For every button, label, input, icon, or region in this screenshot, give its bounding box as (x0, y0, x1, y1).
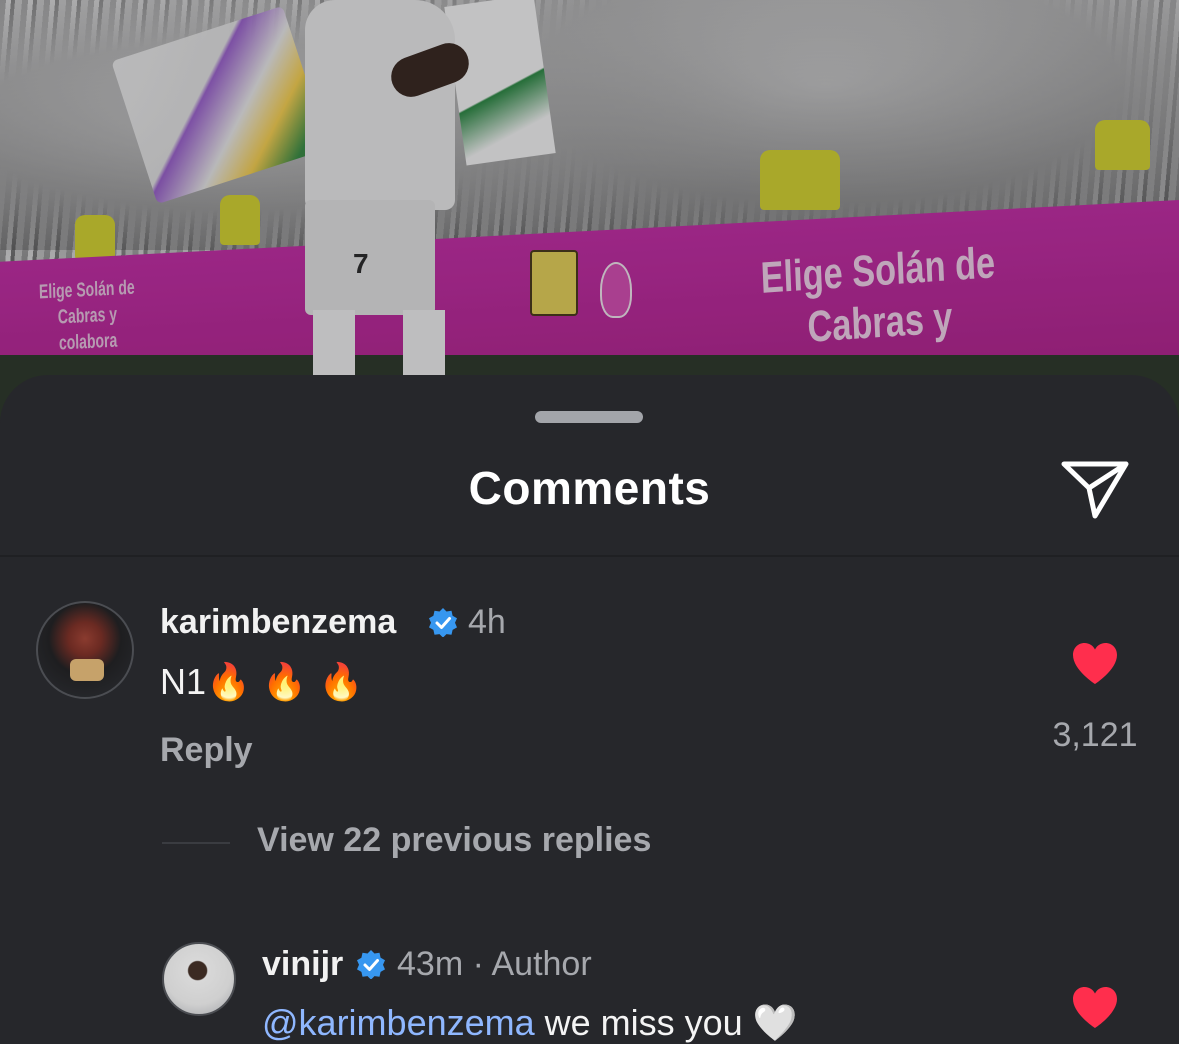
mention-link[interactable]: @karimbenzema (262, 1002, 535, 1043)
header-divider (0, 555, 1179, 557)
comments-sheet: Comments karimbenzema 4h N1🔥 🔥 🔥 Reply 3… (0, 375, 1179, 1044)
reply-timestamp: 43m · Author (397, 945, 592, 983)
paper-plane-icon (1061, 461, 1129, 519)
verified-badge-icon (429, 608, 457, 637)
reply-username[interactable]: vinijr (262, 945, 343, 984)
share-button[interactable] (1058, 458, 1132, 522)
comment-text: N1🔥 🔥 🔥 (160, 661, 363, 703)
comment-timestamp: 4h (468, 603, 506, 641)
reply-button[interactable]: Reply (160, 731, 253, 770)
drag-handle[interactable] (535, 411, 643, 423)
heart-icon[interactable] (1071, 642, 1119, 686)
avatar-karimbenzema[interactable] (36, 601, 134, 699)
like-count: 3,121 (1052, 716, 1138, 754)
sheet-title: Comments (468, 462, 711, 514)
fire-emoji: 🔥 🔥 🔥 (206, 662, 364, 703)
heart-icon[interactable] (1071, 986, 1119, 1030)
replies-divider-line (162, 842, 230, 844)
avatar-vinijr[interactable] (162, 942, 236, 1016)
post-photo: Elige Solán de Cabras y colabora Elige S… (0, 0, 1179, 420)
photo-overlay (0, 0, 1179, 420)
reply-text: @karimbenzema we miss you 🤍 (262, 1002, 798, 1044)
reply-body: we miss you (534, 1002, 743, 1043)
comment-body: N1 (160, 661, 207, 702)
comment-username[interactable]: karimbenzema (160, 603, 396, 642)
view-previous-replies-button[interactable]: View 22 previous replies (257, 821, 651, 860)
verified-badge-icon (357, 950, 385, 979)
